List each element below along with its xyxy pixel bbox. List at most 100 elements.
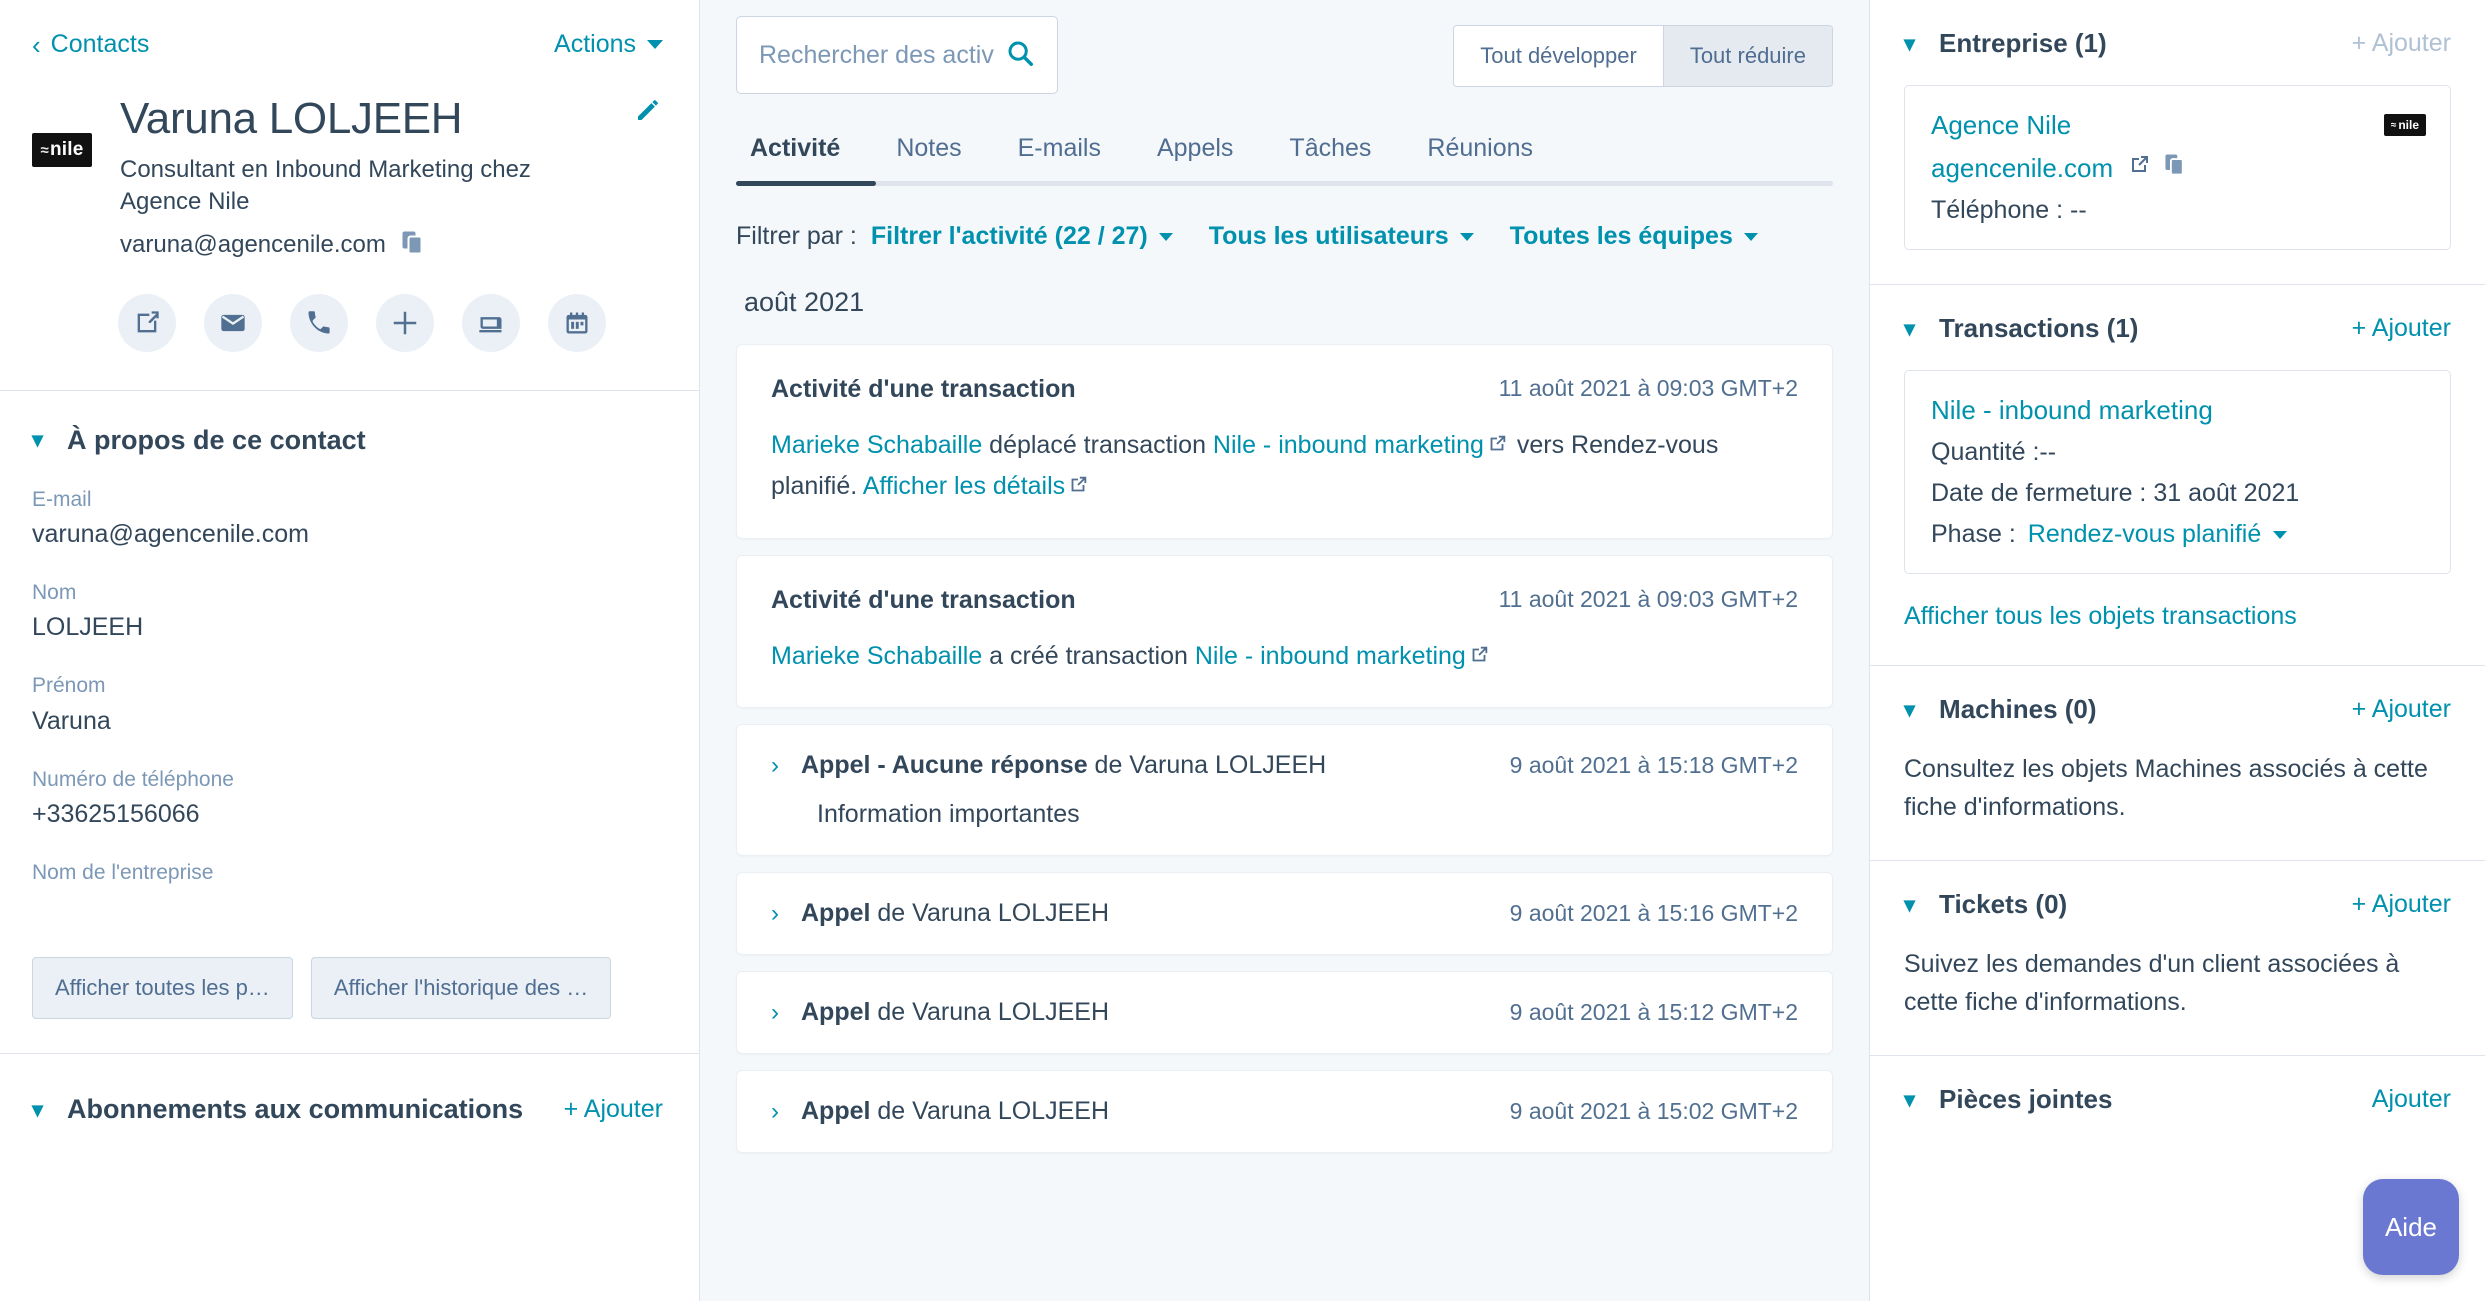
property-value[interactable] bbox=[32, 893, 663, 921]
contact-identity: ≈ nile Varuna LOLJEEH Consultant en Inbou… bbox=[0, 65, 699, 260]
card-body: Marieke Schabaille a créé transaction Ni… bbox=[771, 637, 1798, 678]
chevron-down-icon[interactable]: ▾ bbox=[1904, 32, 1915, 55]
chevron-down-icon[interactable]: ▾ bbox=[32, 429, 43, 451]
call-title-bold: Appel bbox=[801, 998, 871, 1027]
deal-object-link[interactable]: Nile - inbound marketing bbox=[1195, 642, 1466, 670]
tab-reunions[interactable]: Réunions bbox=[1399, 126, 1561, 181]
deals-header-left[interactable]: ▾ Transactions (1) bbox=[1904, 313, 2138, 344]
breadcrumb-contacts[interactable]: ‹ Contacts bbox=[32, 30, 149, 59]
about-section: ▾ À propos de ce contact E-mail varuna@a… bbox=[0, 391, 699, 1053]
add-deal-link[interactable]: + Ajouter bbox=[2352, 314, 2451, 343]
attachments-header-left[interactable]: ▾ Pièces jointes bbox=[1904, 1084, 2112, 1115]
task-icon[interactable] bbox=[462, 293, 520, 352]
chevron-down-icon[interactable]: ▾ bbox=[1904, 893, 1915, 916]
tab-scroll-thumb[interactable] bbox=[736, 181, 876, 186]
chevron-right-icon[interactable]: › bbox=[771, 753, 779, 778]
add-company-link[interactable]: + Ajouter bbox=[2352, 29, 2451, 58]
subscriptions-header[interactable]: ▾ Abonnements aux communications bbox=[32, 1094, 523, 1125]
search-icon[interactable] bbox=[1005, 38, 1035, 73]
about-buttons: Afficher toutes les p… Afficher l'histor… bbox=[32, 957, 663, 1053]
company-logo-badge: ≈ nile bbox=[2383, 114, 2426, 136]
copy-icon[interactable] bbox=[402, 231, 424, 260]
chevron-right-icon[interactable]: › bbox=[771, 1000, 779, 1025]
deals-title: Transactions (1) bbox=[1939, 313, 2139, 343]
chevron-down-icon[interactable]: ▾ bbox=[32, 1098, 43, 1121]
machines-header-left[interactable]: ▾ Machines (0) bbox=[1904, 694, 2097, 725]
edit-pencil-icon[interactable] bbox=[633, 95, 663, 130]
call-title-rest: de Varuna LOLJEEH bbox=[870, 899, 1110, 928]
chevron-down-icon[interactable]: ▾ bbox=[1904, 317, 1915, 340]
tab-scroll-rail[interactable] bbox=[736, 181, 1833, 186]
view-all-properties-button[interactable]: Afficher toutes les p… bbox=[32, 957, 293, 1020]
attachments-section: ▾ Pièces jointes Ajouter bbox=[1870, 1056, 2485, 1149]
actions-menu-button[interactable]: Actions bbox=[554, 30, 663, 59]
search-input[interactable] bbox=[759, 40, 995, 70]
company-card[interactable]: Agence Nile agencenile.com Téléphone : -… bbox=[1904, 85, 2451, 250]
meeting-icon[interactable] bbox=[548, 293, 606, 352]
plus-icon[interactable] bbox=[376, 293, 434, 352]
view-details-link[interactable]: Afficher les détails bbox=[863, 472, 1065, 500]
filter-activity-dropdown[interactable]: Filtrer l'activité (22 / 27) bbox=[871, 222, 1173, 251]
external-link-icon[interactable] bbox=[1468, 639, 1490, 678]
activity-card-call[interactable]: › Appel de Varuna LOLJEEH 9 août 2021 à … bbox=[736, 1070, 1833, 1154]
company-header-left[interactable]: ▾ Entreprise (1) bbox=[1904, 28, 2107, 59]
tab-activite[interactable]: Activité bbox=[736, 126, 868, 181]
activity-card-deal-created[interactable]: Activité d'une transaction 11 août 2021 … bbox=[736, 554, 1833, 709]
card-timestamp: 11 août 2021 à 09:03 GMT+2 bbox=[1498, 375, 1798, 401]
property-firstname: Prénom Varuna bbox=[32, 672, 663, 735]
add-subscription-link[interactable]: + Ajouter bbox=[564, 1095, 663, 1124]
about-title: À propos de ce contact bbox=[67, 424, 366, 455]
tickets-header-left[interactable]: ▾ Tickets (0) bbox=[1904, 889, 2067, 920]
machines-empty-text: Consultez les objets Machines associés à… bbox=[1904, 755, 2428, 821]
help-button[interactable]: Aide bbox=[2363, 1179, 2459, 1275]
deal-card[interactable]: Nile - inbound marketing Quantité :-- Da… bbox=[1904, 370, 2451, 574]
actor-link[interactable]: Marieke Schabaille bbox=[771, 642, 982, 670]
add-ticket-link[interactable]: + Ajouter bbox=[2352, 890, 2451, 919]
external-link-icon[interactable] bbox=[1067, 469, 1089, 508]
call-icon[interactable] bbox=[290, 293, 348, 352]
property-email: E-mail varuna@agencenile.com bbox=[32, 486, 663, 549]
deal-name-link[interactable]: Nile - inbound marketing bbox=[1931, 395, 2213, 426]
external-link-icon[interactable] bbox=[1486, 428, 1508, 467]
company-name-link[interactable]: Agence Nile bbox=[1931, 110, 2071, 141]
activity-card-call[interactable]: › Appel - Aucune réponse de Varuna LOLJE… bbox=[736, 724, 1833, 857]
view-property-history-button[interactable]: Afficher l'historique des … bbox=[310, 957, 612, 1020]
chevron-down-icon[interactable]: ▾ bbox=[1904, 1088, 1915, 1111]
filter-users-dropdown[interactable]: Tous les utilisateurs bbox=[1209, 222, 1474, 251]
property-value[interactable]: varuna@agencenile.com bbox=[32, 520, 663, 549]
call-header-left: › Appel de Varuna LOLJEEH bbox=[771, 998, 1109, 1027]
search-activities-box[interactable] bbox=[736, 16, 1058, 94]
expand-all-button[interactable]: Tout développer bbox=[1454, 26, 1663, 86]
call-title-rest: de Varuna LOLJEEH bbox=[870, 1097, 1110, 1126]
copy-icon[interactable] bbox=[2165, 154, 2185, 183]
property-value[interactable]: LOLJEEH bbox=[32, 613, 663, 642]
activity-card-call[interactable]: › Appel de Varuna LOLJEEH 9 août 2021 à … bbox=[736, 971, 1833, 1055]
filter-teams-dropdown[interactable]: Toutes les équipes bbox=[1510, 222, 1758, 251]
view-all-deals-link[interactable]: Afficher tous les objets transactions bbox=[1904, 602, 2297, 631]
chevron-down-icon[interactable] bbox=[2273, 530, 2288, 539]
deal-phase-value[interactable]: Rendez-vous planifié bbox=[2028, 520, 2261, 549]
about-header[interactable]: ▾ À propos de ce contact bbox=[32, 425, 663, 456]
chevron-right-icon[interactable]: › bbox=[771, 1099, 779, 1124]
activity-card-call[interactable]: › Appel de Varuna LOLJEEH 9 août 2021 à … bbox=[736, 872, 1833, 956]
company-website-link[interactable]: agencenile.com bbox=[1931, 153, 2113, 184]
actor-link[interactable]: Marieke Schabaille bbox=[771, 431, 982, 459]
tab-emails[interactable]: E-mails bbox=[990, 126, 1129, 181]
tab-taches[interactable]: Tâches bbox=[1261, 126, 1399, 181]
tab-appels[interactable]: Appels bbox=[1129, 126, 1261, 181]
note-icon[interactable] bbox=[118, 293, 176, 352]
chevron-right-icon[interactable]: › bbox=[771, 901, 779, 926]
activity-card-deal-moved[interactable]: Activité d'une transaction 11 août 2021 … bbox=[736, 344, 1833, 539]
property-value[interactable]: Varuna bbox=[32, 707, 663, 736]
add-machine-link[interactable]: + Ajouter bbox=[2352, 695, 2451, 724]
property-phone: Numéro de téléphone +33625156066 bbox=[32, 766, 663, 829]
property-value[interactable]: +33625156066 bbox=[32, 800, 663, 829]
deal-object-link[interactable]: Nile - inbound marketing bbox=[1213, 431, 1484, 459]
tab-notes[interactable]: Notes bbox=[868, 126, 989, 181]
add-attachment-link[interactable]: Ajouter bbox=[2372, 1085, 2451, 1114]
call-title-rest: de Varuna LOLJEEH bbox=[870, 998, 1110, 1027]
collapse-all-button[interactable]: Tout réduire bbox=[1662, 26, 1832, 86]
external-link-icon[interactable] bbox=[2127, 153, 2151, 184]
email-icon[interactable] bbox=[204, 293, 262, 352]
chevron-down-icon[interactable]: ▾ bbox=[1904, 698, 1915, 721]
